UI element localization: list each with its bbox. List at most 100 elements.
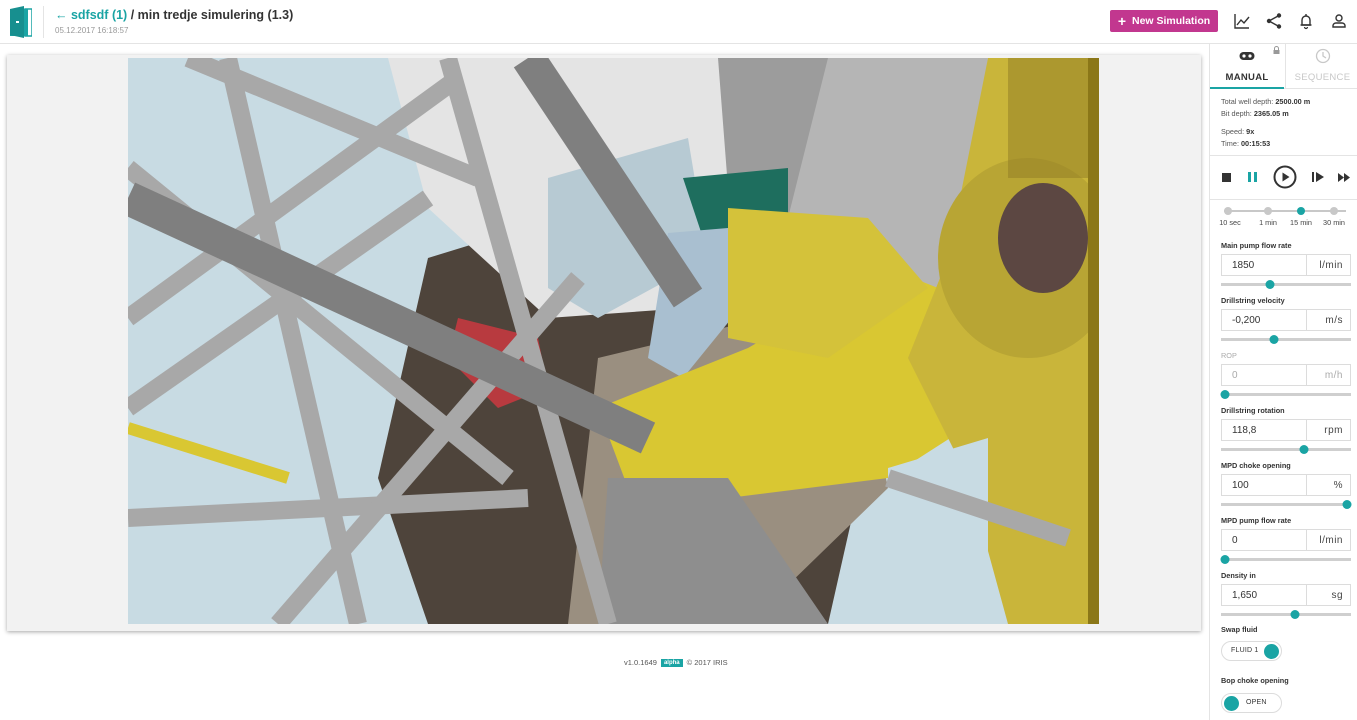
slider-handle[interactable]	[1269, 335, 1279, 344]
rig-illustration	[128, 58, 1099, 624]
new-simulation-button[interactable]: + New Simulation	[1110, 10, 1218, 32]
slider-handle[interactable]	[1220, 390, 1230, 399]
divider	[1210, 155, 1357, 156]
density-in-input[interactable]	[1222, 585, 1306, 605]
bit-depth-value: 2365.05 m	[1253, 109, 1289, 118]
drillstring-rotation-unit: rpm	[1306, 420, 1350, 440]
tab-sequence[interactable]: SEQUENCE	[1285, 44, 1357, 89]
bop-choke-toggle[interactable]: OPEN	[1221, 693, 1282, 713]
main-pump-flow-rate-field: Main pump flow rate l/min	[1221, 241, 1351, 292]
slider-handle[interactable]	[1290, 610, 1300, 619]
tab-manual[interactable]: MANUAL	[1210, 44, 1284, 89]
mpd-choke-opening-slider[interactable]	[1221, 496, 1352, 512]
interval-stop-1min[interactable]	[1264, 207, 1272, 215]
drillstring-velocity-slider[interactable]	[1221, 331, 1351, 347]
mpd-choke-opening-label: MPD choke opening	[1221, 461, 1291, 470]
slider-handle[interactable]	[1299, 445, 1309, 454]
rop-input[interactable]	[1222, 365, 1306, 385]
stop-icon	[1221, 172, 1231, 182]
drillstring-velocity-input-group: m/s	[1221, 309, 1351, 331]
interval-slider[interactable]: 10 sec 1 min 15 min 30 min	[1219, 206, 1346, 230]
chart-icon[interactable]	[1233, 12, 1251, 30]
swap-fluid-label: Swap fluid	[1221, 625, 1258, 634]
interval-track	[1224, 210, 1346, 212]
tab-sequence-label: SEQUENCE	[1294, 72, 1351, 83]
clock-icon	[1315, 48, 1330, 64]
bit-depth: Bit depth: 2365.05 m	[1221, 108, 1310, 120]
mode-tabs: MANUAL SEQUENCE	[1210, 44, 1357, 89]
interval-stop-15min[interactable]	[1297, 207, 1305, 215]
mpd-choke-opening-input[interactable]	[1222, 475, 1306, 495]
header: ← sdfsdf (1) / min tredje simulering (1.…	[0, 0, 1357, 44]
slider-rail	[1221, 338, 1351, 341]
time-label: Time:	[1221, 139, 1241, 148]
drillstring-velocity-input[interactable]	[1222, 310, 1306, 330]
user-icon[interactable]	[1330, 12, 1348, 30]
interval-label: 30 min	[1323, 218, 1345, 227]
new-simulation-label: New Simulation	[1132, 15, 1211, 27]
bop-choke-section: Bop choke opening	[1221, 676, 1351, 686]
slider-handle[interactable]	[1220, 555, 1230, 564]
mpd-pump-flow-rate-slider[interactable]	[1220, 551, 1351, 567]
divider	[1210, 199, 1357, 200]
interval-stop-10sec[interactable]	[1224, 207, 1232, 215]
play-button[interactable]	[1272, 164, 1298, 190]
swap-fluid-value: FLUID 1	[1231, 647, 1259, 654]
lock-icon	[1273, 46, 1280, 54]
stop-button[interactable]	[1220, 164, 1232, 190]
fast-forward-button[interactable]	[1337, 164, 1351, 190]
density-in-slider[interactable]	[1221, 606, 1351, 622]
swap-fluid-toggle[interactable]: FLUID 1	[1221, 641, 1282, 661]
drillstring-rotation-input[interactable]	[1222, 420, 1306, 440]
main-pump-flow-rate-unit: l/min	[1306, 255, 1350, 275]
drillstring-rotation-field: Drillstring rotation rpm	[1221, 406, 1351, 457]
drillstring-rotation-slider[interactable]	[1221, 441, 1351, 457]
rop-input-group: m/h	[1221, 364, 1351, 386]
speed-label: Speed:	[1221, 127, 1247, 136]
mpd-pump-flow-rate-unit: l/min	[1306, 530, 1350, 550]
breadcrumb-separator: /	[127, 8, 138, 22]
rop-slider[interactable]	[1220, 386, 1351, 402]
bell-icon[interactable]	[1297, 12, 1315, 30]
mpd-choke-opening-unit: %	[1306, 475, 1350, 495]
back-link[interactable]: ← sdfsdf (1)	[55, 8, 127, 22]
plus-icon: +	[1117, 13, 1126, 29]
fast-forward-icon	[1338, 172, 1350, 182]
toggle-knob	[1224, 696, 1239, 711]
main-pump-flow-rate-input[interactable]	[1222, 255, 1306, 275]
time-value: 00:15:53	[1241, 139, 1271, 148]
pause-icon	[1247, 172, 1257, 182]
mpd-pump-flow-rate-input[interactable]	[1222, 530, 1306, 550]
footer: v1.0.1649 alpha © 2017 IRIS	[624, 658, 728, 667]
step-forward-button[interactable]	[1311, 164, 1325, 190]
control-panel: MANUAL SEQUENCE Total well depth: 2500.0…	[1209, 44, 1357, 720]
main-pump-flow-rate-label: Main pump flow rate	[1221, 241, 1292, 250]
total-well-depth-value: 2500.00 m	[1275, 97, 1311, 106]
pause-button[interactable]	[1246, 164, 1258, 190]
slider-rail	[1221, 503, 1351, 506]
simulation-viewport	[7, 55, 1201, 631]
bop-choke-label: Bop choke opening	[1221, 676, 1289, 685]
exit-door-icon[interactable]	[10, 6, 32, 38]
slider-handle[interactable]	[1342, 500, 1352, 509]
version-text: v1.0.1649	[624, 658, 657, 667]
drillstring-rotation-input-group: rpm	[1221, 419, 1351, 441]
density-in-label: Density in	[1221, 571, 1256, 580]
header-divider	[43, 6, 44, 38]
simulation-title: min tredje simulering (1.3)	[137, 8, 294, 22]
density-in-input-group: sg	[1221, 584, 1351, 606]
swap-fluid-section: Swap fluid	[1221, 625, 1351, 635]
breadcrumb: ← sdfsdf (1) / min tredje simulering (1.…	[55, 8, 293, 22]
interval-stop-30min[interactable]	[1330, 207, 1338, 215]
toggle-knob	[1264, 644, 1279, 659]
share-icon[interactable]	[1265, 12, 1283, 30]
density-in-field: Density in sg	[1221, 571, 1351, 622]
density-in-unit: sg	[1306, 585, 1350, 605]
drilling-rig-3d-scene[interactable]	[128, 58, 1099, 624]
slider-rail	[1221, 558, 1351, 561]
main-pump-flow-rate-slider[interactable]	[1221, 276, 1351, 292]
mpd-choke-opening-input-group: %	[1221, 474, 1351, 496]
slider-handle[interactable]	[1265, 280, 1275, 289]
speed-value: 9x	[1246, 127, 1255, 136]
mpd-pump-flow-rate-label: MPD pump flow rate	[1221, 516, 1292, 525]
